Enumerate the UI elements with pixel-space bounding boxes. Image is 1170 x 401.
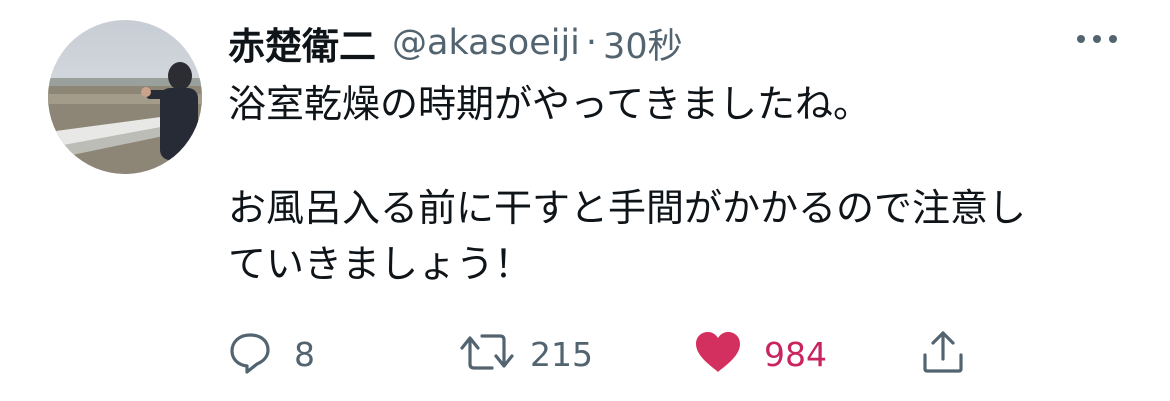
- tweet-text-line: ていきましょう！: [228, 242, 533, 286]
- reply-bubble-icon: [228, 330, 272, 378]
- reply-button[interactable]: 8: [228, 326, 315, 382]
- retweet-button[interactable]: 215: [458, 326, 593, 382]
- like-count: 984: [764, 334, 827, 374]
- user-handle[interactable]: @akasoeiji: [392, 23, 580, 63]
- retweet-count: 215: [530, 334, 593, 374]
- share-upload-icon: [920, 329, 966, 379]
- retweet-icon: [458, 330, 516, 378]
- separator-dot: ·: [585, 23, 598, 63]
- tweet-body: 浴室乾燥の時期がやってきましたね。 お風呂入る前に干すと手間がかかるので注意し …: [228, 76, 1128, 292]
- heart-filled-icon: [694, 330, 742, 378]
- tweet-text-line: お風呂入る前に干すと手間がかかるので注意し: [228, 186, 1027, 230]
- timestamp[interactable]: 30秒: [603, 18, 683, 69]
- tweet-text-line: 浴室乾燥の時期がやってきましたね。: [228, 82, 871, 126]
- more-horizontal-icon[interactable]: [1072, 24, 1122, 54]
- avatar[interactable]: [48, 20, 202, 174]
- share-button[interactable]: [920, 326, 966, 382]
- tweet: 赤楚衛二 @akasoeiji · 30秒 浴室乾燥の時期がやってきましたね。 …: [0, 0, 1170, 401]
- avatar-photo: [48, 20, 202, 174]
- display-name[interactable]: 赤楚衛二: [228, 16, 376, 70]
- tweet-header: 赤楚衛二 @akasoeiji · 30秒: [228, 18, 683, 68]
- reply-count: 8: [294, 334, 315, 374]
- like-button[interactable]: 984: [694, 326, 827, 382]
